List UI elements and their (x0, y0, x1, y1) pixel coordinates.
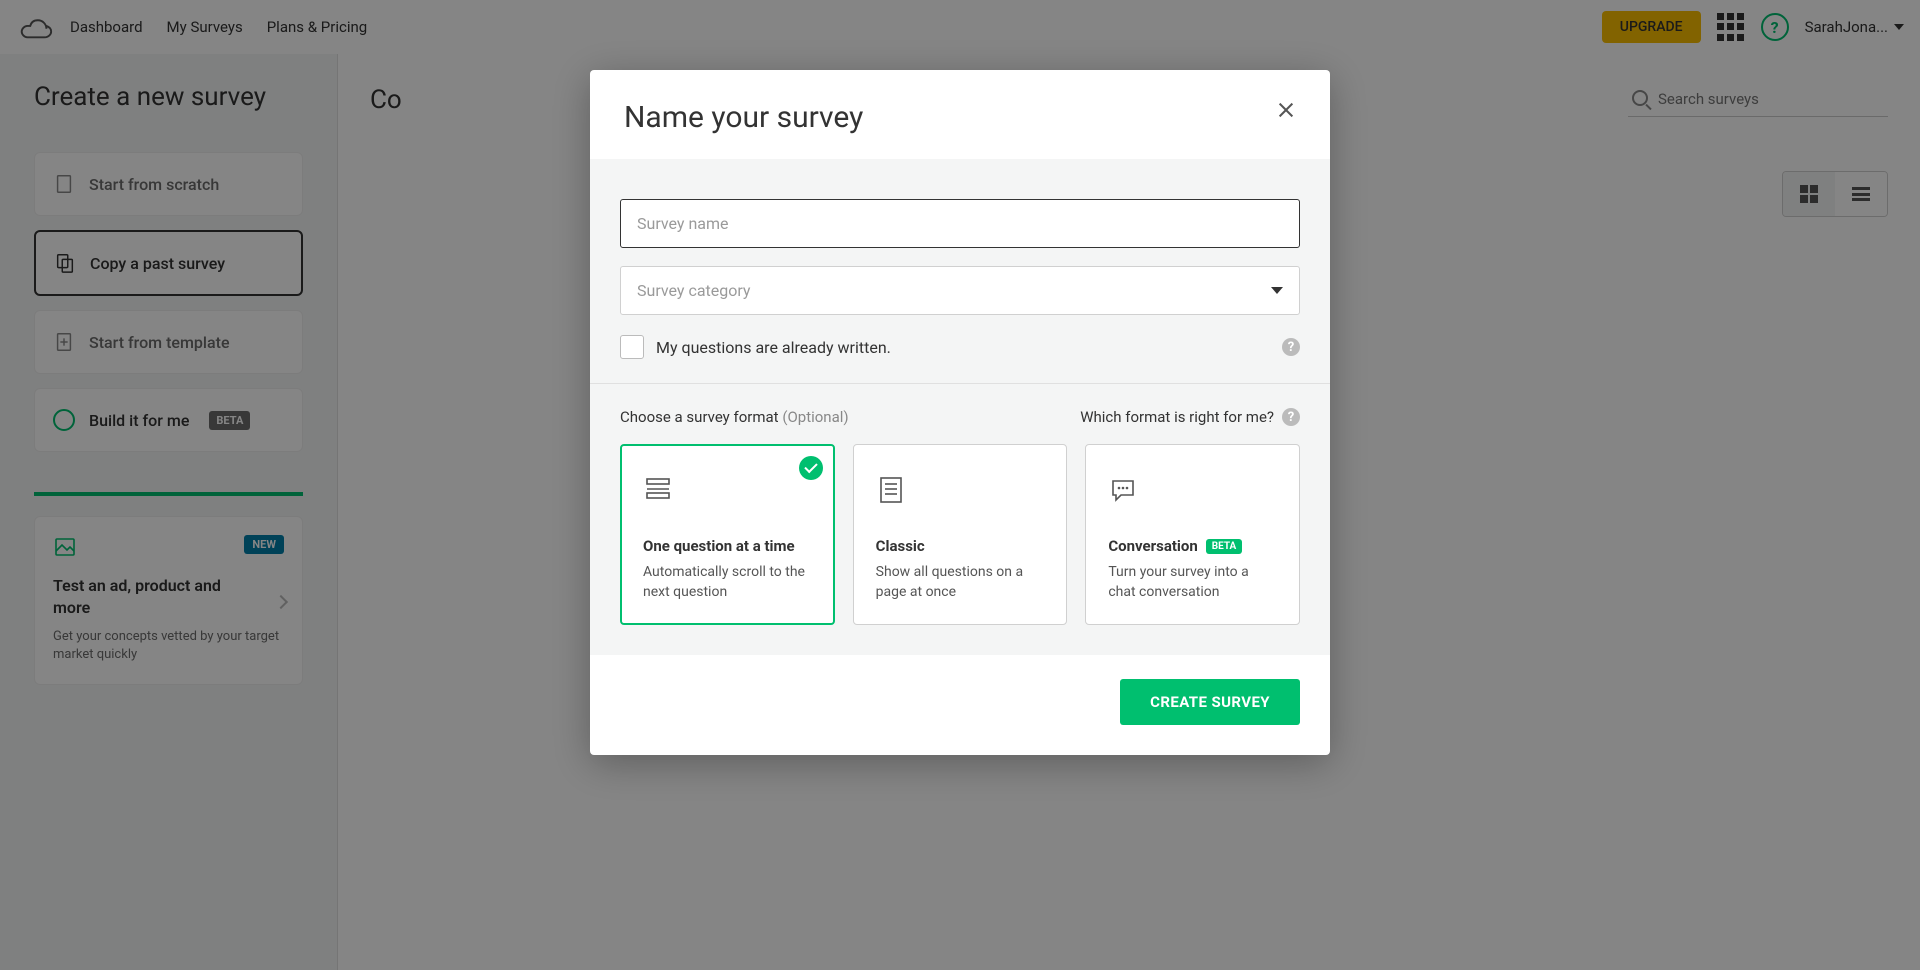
help-icon[interactable]: ? (1282, 338, 1300, 356)
survey-category-select[interactable]: Survey category (620, 266, 1300, 315)
chevron-down-icon (1271, 287, 1283, 294)
questions-written-checkbox[interactable] (620, 335, 644, 359)
help-icon: ? (1282, 408, 1300, 426)
close-icon[interactable] (1276, 100, 1296, 120)
create-survey-button[interactable]: CREATE SURVEY (1120, 679, 1300, 725)
which-format-link[interactable]: Which format is right for me? ? (1080, 408, 1300, 426)
one-question-icon (643, 475, 673, 505)
format-title: Classic (876, 537, 1045, 555)
survey-name-input[interactable] (620, 199, 1300, 248)
format-header: Choose a survey format (Optional) Which … (620, 408, 1300, 426)
modal-body: Survey category My questions are already… (590, 159, 1330, 655)
conversation-icon (1108, 475, 1138, 505)
modal-header: Name your survey (590, 70, 1330, 159)
checkbox-row: My questions are already written. ? (620, 335, 1300, 359)
format-conversation[interactable]: Conversation BETA Turn your survey into … (1085, 444, 1300, 625)
format-desc: Show all questions on a page at once (876, 563, 1045, 602)
format-desc: Automatically scroll to the next questio… (643, 563, 812, 602)
format-title-text: Conversation (1108, 537, 1197, 555)
which-format-text: Which format is right for me? (1080, 408, 1274, 426)
format-one-question[interactable]: One question at a time Automatically scr… (620, 444, 835, 625)
category-placeholder: Survey category (637, 281, 751, 300)
classic-icon (876, 475, 906, 505)
divider (590, 383, 1330, 384)
check-icon (799, 456, 823, 480)
format-title: One question at a time (643, 537, 812, 555)
modal-overlay: Name your survey Survey category My ques… (0, 0, 1920, 970)
modal-footer: CREATE SURVEY (590, 655, 1330, 755)
format-options: One question at a time Automatically scr… (620, 444, 1300, 625)
format-label-text: Choose a survey format (620, 408, 782, 426)
format-label: Choose a survey format (Optional) (620, 408, 849, 426)
format-classic[interactable]: Classic Show all questions on a page at … (853, 444, 1068, 625)
format-desc: Turn your survey into a chat conversatio… (1108, 563, 1277, 602)
format-title: Conversation BETA (1108, 537, 1277, 555)
modal-title: Name your survey (624, 100, 863, 135)
beta-badge: BETA (1206, 539, 1243, 554)
name-survey-modal: Name your survey Survey category My ques… (590, 70, 1330, 755)
format-optional: (Optional) (782, 408, 848, 426)
checkbox-label: My questions are already written. (656, 338, 891, 357)
